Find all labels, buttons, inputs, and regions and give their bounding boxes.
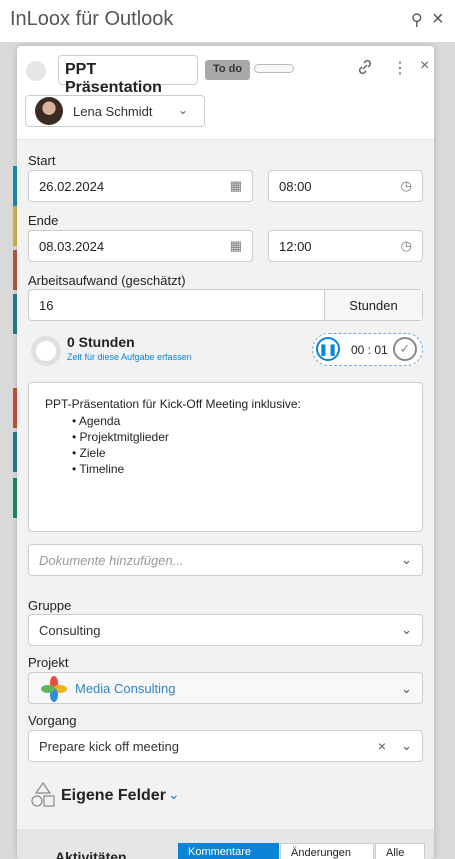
pane-header: InLoox für Outlook ⚲ × bbox=[0, 0, 455, 42]
effort-label: Arbeitsaufwand (geschätzt) bbox=[28, 273, 186, 288]
tab-comments[interactable]: Kommentare bbox=[178, 843, 279, 859]
pin-icon[interactable]: ⚲ bbox=[411, 10, 423, 30]
start-time-field[interactable]: 08:00 ◷ bbox=[268, 170, 423, 202]
chevron-down-icon: ⌄ bbox=[401, 681, 412, 696]
time-progress-ring bbox=[31, 336, 61, 366]
documents-placeholder: Dokumente hinzufügen... bbox=[39, 553, 184, 568]
task-detail-card: PPT Präsentation To do ⋮ × Lena Schmidt … bbox=[17, 46, 434, 859]
activities-bar: Aktivitäten Kommentare Änderungen Alle bbox=[17, 829, 434, 859]
avatar bbox=[35, 97, 63, 125]
effort-unit-selector[interactable]: Stunden bbox=[324, 290, 422, 320]
complete-toggle[interactable] bbox=[26, 61, 46, 81]
description-intro: PPT-Präsentation für Kick-Off Meeting in… bbox=[45, 397, 301, 411]
group-label: Gruppe bbox=[28, 598, 72, 613]
close-card-icon[interactable]: × bbox=[420, 57, 429, 75]
project-label: Projekt bbox=[28, 655, 69, 670]
chevron-down-icon[interactable]: ⌄ bbox=[168, 786, 180, 803]
process-label: Vorgang bbox=[28, 713, 77, 728]
effort-value: 16 bbox=[39, 298, 54, 313]
process-value: Prepare kick off meeting bbox=[39, 739, 179, 754]
custom-fields-title: Eigene Felder bbox=[61, 787, 166, 804]
timer-value: 00 : 01 bbox=[351, 343, 388, 357]
activities-label: Aktivitäten bbox=[55, 849, 127, 859]
clock-icon[interactable]: ◷ bbox=[401, 238, 412, 254]
clear-icon[interactable]: × bbox=[378, 738, 386, 754]
calendar-icon[interactable]: ▦ bbox=[230, 178, 242, 194]
tracked-hours: 0 Stunden bbox=[67, 334, 135, 350]
list-item: • Timeline bbox=[72, 462, 125, 476]
start-time-value: 08:00 bbox=[279, 179, 312, 194]
project-value: Media Consulting bbox=[75, 681, 176, 696]
progress-bar[interactable] bbox=[254, 64, 294, 73]
start-date-value: 26.02.2024 bbox=[39, 179, 105, 194]
link-icon[interactable] bbox=[357, 59, 373, 78]
clock-icon[interactable]: ◷ bbox=[401, 178, 412, 194]
pane-title: InLoox für Outlook bbox=[10, 8, 174, 30]
end-date-field[interactable]: 08.03.2024 ▦ bbox=[28, 230, 253, 262]
group-value: Consulting bbox=[39, 623, 101, 638]
end-time-field[interactable]: 12:00 ◷ bbox=[268, 230, 423, 262]
project-dropdown[interactable]: Media Consulting ⌄ bbox=[28, 672, 423, 704]
effort-field[interactable]: 16 Stunden bbox=[28, 289, 423, 321]
assignee-selector[interactable]: Lena Schmidt ⌄ bbox=[25, 95, 205, 127]
close-icon[interactable]: × bbox=[432, 8, 444, 31]
chevron-down-icon: ⌄ bbox=[178, 103, 189, 117]
timer-widget: ❚❚ 00 : 01 ✓ bbox=[312, 333, 423, 366]
start-label: Start bbox=[28, 153, 56, 168]
shapes-icon bbox=[31, 782, 55, 807]
list-item: • Ziele bbox=[72, 446, 106, 460]
log-time-link[interactable]: Zeit für diese Aufgabe erfassen bbox=[67, 352, 192, 362]
documents-dropdown[interactable]: Dokumente hinzufügen... ⌄ bbox=[28, 544, 423, 576]
more-icon[interactable]: ⋮ bbox=[392, 58, 408, 78]
calendar-icon[interactable]: ▦ bbox=[230, 238, 242, 254]
chevron-down-icon: ⌄ bbox=[401, 622, 412, 637]
end-date-value: 08.03.2024 bbox=[39, 239, 105, 254]
description-editor[interactable]: PPT-Präsentation für Kick-Off Meeting in… bbox=[28, 382, 423, 532]
task-title-input[interactable]: PPT Präsentation bbox=[58, 55, 198, 96]
process-dropdown[interactable]: Prepare kick off meeting × ⌄ bbox=[28, 730, 423, 762]
list-item: • Agenda bbox=[72, 414, 121, 428]
assignee-name: Lena Schmidt bbox=[73, 104, 153, 119]
project-logo-icon bbox=[41, 676, 67, 702]
end-time-value: 12:00 bbox=[279, 239, 312, 254]
task-header: PPT Präsentation To do ⋮ × Lena Schmidt … bbox=[17, 46, 434, 140]
group-dropdown[interactable]: Consulting ⌄ bbox=[28, 614, 423, 646]
chevron-down-icon: ⌄ bbox=[401, 552, 412, 567]
tab-all[interactable]: Alle bbox=[375, 843, 425, 859]
start-date-field[interactable]: 26.02.2024 ▦ bbox=[28, 170, 253, 202]
status-badge[interactable]: To do bbox=[205, 60, 251, 80]
tab-changes[interactable]: Änderungen bbox=[280, 843, 374, 859]
end-label: Ende bbox=[28, 213, 59, 228]
check-icon[interactable]: ✓ bbox=[393, 337, 417, 361]
pause-icon[interactable]: ❚❚ bbox=[316, 337, 340, 361]
chevron-down-icon: ⌄ bbox=[401, 738, 412, 753]
description-list: • Agenda • Projektmitglieder • Ziele • T… bbox=[72, 413, 406, 477]
list-item: • Projektmitglieder bbox=[72, 430, 169, 444]
